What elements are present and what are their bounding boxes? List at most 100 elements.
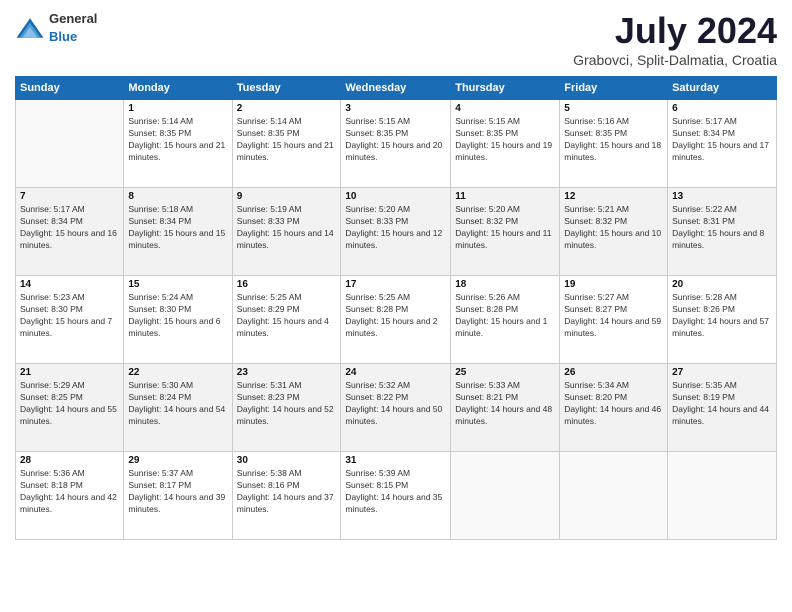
table-row: 15 Sunrise: 5:24 AMSunset: 8:30 PMDayligh…	[124, 276, 232, 364]
day-info: Sunrise: 5:14 AMSunset: 8:35 PMDaylight:…	[128, 116, 227, 164]
day-number: 24	[345, 367, 446, 378]
month-title: July 2024	[573, 10, 777, 52]
day-number: 6	[672, 103, 772, 114]
table-row: 19 Sunrise: 5:27 AMSunset: 8:27 PMDayligh…	[560, 276, 668, 364]
table-row: 14Sunrise: 5:23 AMSunset: 8:30 PMDayligh…	[16, 276, 124, 364]
day-number: 19	[564, 279, 663, 290]
logo-text: General Blue	[49, 10, 97, 46]
table-row: 4 Sunrise: 5:15 AMSunset: 8:35 PMDaylight…	[451, 100, 560, 188]
day-number: 5	[564, 103, 663, 114]
table-row: 12 Sunrise: 5:21 AMSunset: 8:32 PMDayligh…	[560, 188, 668, 276]
table-row: 21 Sunrise: 5:29 AMSunset: 8:25 PMDayligh…	[16, 364, 124, 452]
day-number: 4	[455, 103, 555, 114]
table-row: 2 Sunrise: 5:14 AMSunset: 8:35 PMDaylight…	[232, 100, 341, 188]
table-row: 6Sunrise: 5:17 AMSunset: 8:34 PMDaylight…	[668, 100, 777, 188]
day-info: Sunrise: 5:20 AMSunset: 8:32 PMDaylight:…	[455, 204, 555, 252]
subtitle: Grabovci, Split-Dalmatia, Croatia	[573, 52, 777, 68]
day-number: 21	[20, 367, 119, 378]
day-number: 17	[345, 279, 446, 290]
day-number: 3	[345, 103, 446, 114]
table-row	[16, 100, 124, 188]
day-info: Sunrise: 5:17 AMSunset: 8:34 PMDaylight:…	[20, 204, 119, 252]
day-info: Sunrise: 5:19 AMSunset: 8:33 PMDaylight:…	[237, 204, 337, 252]
day-number: 25	[455, 367, 555, 378]
day-info: Sunrise: 5:35 AMSunset: 8:19 PMDaylight:…	[672, 380, 772, 428]
header: General Blue July 2024 Grabovci, Split-D…	[15, 10, 777, 68]
day-info: Sunrise: 5:18 AMSunset: 8:34 PMDaylight:…	[128, 204, 227, 252]
table-row: 18Sunrise: 5:26 AMSunset: 8:28 PMDayligh…	[451, 276, 560, 364]
day-info: Sunrise: 5:30 AMSunset: 8:24 PMDaylight:…	[128, 380, 227, 428]
day-number: 29	[128, 455, 227, 466]
calendar-week-2: 7 Sunrise: 5:17 AMSunset: 8:34 PMDaylight…	[16, 188, 777, 276]
day-info: Sunrise: 5:28 AMSunset: 8:26 PMDaylight:…	[672, 292, 772, 340]
table-row	[560, 452, 668, 540]
header-monday: Monday	[124, 77, 232, 100]
table-row: 8 Sunrise: 5:18 AMSunset: 8:34 PMDaylight…	[124, 188, 232, 276]
table-row: 13 Sunrise: 5:22 AMSunset: 8:31 PMDayligh…	[668, 188, 777, 276]
day-number: 20	[672, 279, 772, 290]
table-row	[668, 452, 777, 540]
logo-blue: Blue	[49, 29, 77, 44]
day-info: Sunrise: 5:27 AMSunset: 8:27 PMDaylight:…	[564, 292, 663, 340]
header-tuesday: Tuesday	[232, 77, 341, 100]
logo: General Blue	[15, 10, 97, 46]
day-number: 31	[345, 455, 446, 466]
table-row: 28Sunrise: 5:36 AMSunset: 8:18 PMDayligh…	[16, 452, 124, 540]
table-row: 9Sunrise: 5:19 AMSunset: 8:33 PMDaylight…	[232, 188, 341, 276]
logo-icon	[15, 16, 45, 40]
header-friday: Friday	[560, 77, 668, 100]
day-number: 8	[128, 191, 227, 202]
day-info: Sunrise: 5:22 AMSunset: 8:31 PMDaylight:…	[672, 204, 772, 252]
day-number: 12	[564, 191, 663, 202]
table-row: 23 Sunrise: 5:31 AMSunset: 8:23 PMDayligh…	[232, 364, 341, 452]
table-row: 10Sunrise: 5:20 AMSunset: 8:33 PMDayligh…	[341, 188, 451, 276]
table-row: 29 Sunrise: 5:37 AMSunset: 8:17 PMDayligh…	[124, 452, 232, 540]
calendar-week-4: 21 Sunrise: 5:29 AMSunset: 8:25 PMDayligh…	[16, 364, 777, 452]
day-info: Sunrise: 5:23 AMSunset: 8:30 PMDaylight:…	[20, 292, 119, 340]
day-info: Sunrise: 5:38 AMSunset: 8:16 PMDaylight:…	[237, 468, 337, 516]
day-info: Sunrise: 5:15 AMSunset: 8:35 PMDaylight:…	[455, 116, 555, 164]
day-info: Sunrise: 5:26 AMSunset: 8:28 PMDaylight:…	[455, 292, 555, 340]
table-row: 16 Sunrise: 5:25 AMSunset: 8:29 PMDayligh…	[232, 276, 341, 364]
day-info: Sunrise: 5:36 AMSunset: 8:18 PMDaylight:…	[20, 468, 119, 516]
day-number: 15	[128, 279, 227, 290]
day-info: Sunrise: 5:21 AMSunset: 8:32 PMDaylight:…	[564, 204, 663, 252]
day-number: 16	[237, 279, 337, 290]
day-number: 11	[455, 191, 555, 202]
header-sunday: Sunday	[16, 77, 124, 100]
calendar: Sunday Monday Tuesday Wednesday Thursday…	[15, 76, 777, 540]
day-info: Sunrise: 5:24 AMSunset: 8:30 PMDaylight:…	[128, 292, 227, 340]
day-info: Sunrise: 5:39 AMSunset: 8:15 PMDaylight:…	[345, 468, 446, 516]
header-thursday: Thursday	[451, 77, 560, 100]
table-row: 11 Sunrise: 5:20 AMSunset: 8:32 PMDayligh…	[451, 188, 560, 276]
day-info: Sunrise: 5:16 AMSunset: 8:35 PMDaylight:…	[564, 116, 663, 164]
table-row: 25 Sunrise: 5:33 AMSunset: 8:21 PMDayligh…	[451, 364, 560, 452]
day-number: 7	[20, 191, 119, 202]
calendar-week-5: 28Sunrise: 5:36 AMSunset: 8:18 PMDayligh…	[16, 452, 777, 540]
table-row: 3Sunrise: 5:15 AMSunset: 8:35 PMDaylight…	[341, 100, 451, 188]
table-row: 17Sunrise: 5:25 AMSunset: 8:28 PMDayligh…	[341, 276, 451, 364]
day-info: Sunrise: 5:37 AMSunset: 8:17 PMDaylight:…	[128, 468, 227, 516]
table-row: 1 Sunrise: 5:14 AMSunset: 8:35 PMDaylight…	[124, 100, 232, 188]
day-info: Sunrise: 5:14 AMSunset: 8:35 PMDaylight:…	[237, 116, 337, 164]
table-row: 26Sunrise: 5:34 AMSunset: 8:20 PMDayligh…	[560, 364, 668, 452]
logo-general: General	[49, 11, 97, 26]
day-info: Sunrise: 5:33 AMSunset: 8:21 PMDaylight:…	[455, 380, 555, 428]
title-area: July 2024 Grabovci, Split-Dalmatia, Croa…	[573, 10, 777, 68]
table-row: 24Sunrise: 5:32 AMSunset: 8:22 PMDayligh…	[341, 364, 451, 452]
calendar-week-3: 14Sunrise: 5:23 AMSunset: 8:30 PMDayligh…	[16, 276, 777, 364]
day-info: Sunrise: 5:29 AMSunset: 8:25 PMDaylight:…	[20, 380, 119, 428]
page: General Blue July 2024 Grabovci, Split-D…	[0, 0, 792, 612]
day-info: Sunrise: 5:25 AMSunset: 8:29 PMDaylight:…	[237, 292, 337, 340]
weekday-header-row: Sunday Monday Tuesday Wednesday Thursday…	[16, 77, 777, 100]
table-row: 5 Sunrise: 5:16 AMSunset: 8:35 PMDaylight…	[560, 100, 668, 188]
day-number: 1	[128, 103, 227, 114]
day-number: 13	[672, 191, 772, 202]
day-number: 30	[237, 455, 337, 466]
day-info: Sunrise: 5:31 AMSunset: 8:23 PMDaylight:…	[237, 380, 337, 428]
table-row: 31 Sunrise: 5:39 AMSunset: 8:15 PMDayligh…	[341, 452, 451, 540]
day-number: 2	[237, 103, 337, 114]
day-number: 23	[237, 367, 337, 378]
table-row: 30 Sunrise: 5:38 AMSunset: 8:16 PMDayligh…	[232, 452, 341, 540]
table-row: 27Sunrise: 5:35 AMSunset: 8:19 PMDayligh…	[668, 364, 777, 452]
